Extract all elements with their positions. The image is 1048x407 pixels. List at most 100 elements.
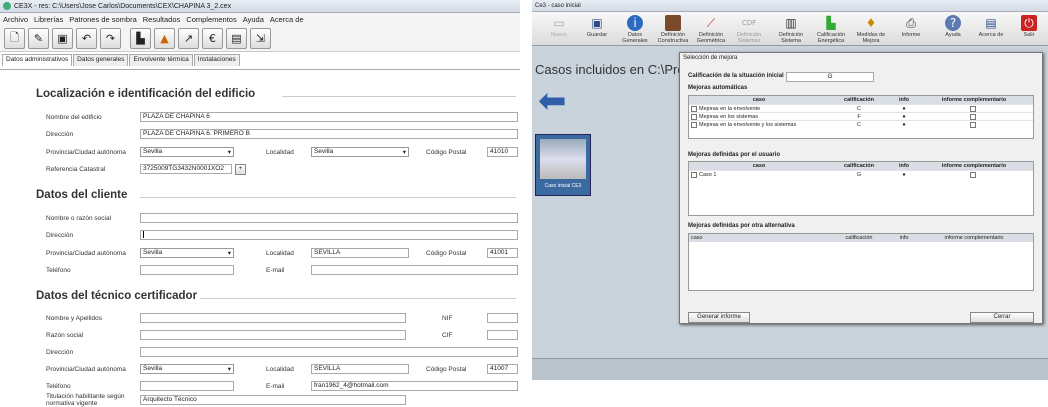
case-thumbnail[interactable]: Caso inicial CE3 (535, 134, 591, 196)
wall-icon (665, 15, 681, 31)
client-locality-input[interactable]: SEVILLA (311, 248, 409, 258)
checkbox[interactable] (691, 113, 697, 120)
checkbox[interactable] (691, 171, 697, 178)
table-row[interactable]: Mejoras en la envolvente y los sistemas C… (689, 120, 1033, 128)
export-icon[interactable]: ⇲ (250, 28, 271, 49)
technician-company-input[interactable] (140, 330, 406, 340)
measures-icon: ♦ (865, 16, 877, 30)
tab-instalaciones[interactable]: Instalaciones (193, 54, 240, 66)
title-bar: Ce3 - caso inicial (532, 0, 1048, 12)
info-icon[interactable]: ● (889, 171, 919, 178)
table-row[interactable]: Mejoras en la envolvente C ● (689, 104, 1033, 112)
client-address-input[interactable] (140, 230, 518, 240)
nif-input[interactable] (487, 313, 518, 323)
label-provincia-tecnico: Provincia/Ciudad autónoma (46, 366, 126, 373)
checkbox[interactable] (691, 105, 697, 112)
toolbar-def-constructiva[interactable]: Definición Constructiva (654, 14, 692, 44)
table-header: caso calificación info informe complementar… (689, 234, 1033, 242)
table-row[interactable]: Caso 1 G ● (689, 170, 1033, 178)
client-email-input[interactable] (311, 265, 518, 275)
client-name-input[interactable] (140, 213, 518, 223)
edit-icon[interactable]: ✎ (28, 28, 49, 49)
label-telefono-cliente: Teléfono (46, 267, 71, 274)
info-icon: i (627, 15, 643, 31)
ce3-toolbar: ▭ Nuevo ▣ Guardar i Datos Generales Definic… (532, 12, 1048, 46)
toolbar-guardar[interactable]: ▣ Guardar (578, 14, 616, 44)
redo-icon[interactable]: ↷ (100, 28, 121, 49)
menu-acerca[interactable]: Acerca de (270, 15, 304, 24)
divider (282, 96, 516, 97)
section-title-tecnico: Datos del técnico certificador (36, 290, 198, 302)
client-postal-code-input[interactable]: 41001 (487, 248, 518, 258)
locality-select[interactable]: Sevilla (311, 147, 409, 157)
toolbar-def-sistemas[interactable]: CDF Definición Sistemas (730, 14, 768, 44)
undo-icon[interactable]: ↶ (76, 28, 97, 49)
toolbar-acerca[interactable]: ▤ Acerca de (972, 14, 1010, 44)
toolbar-nuevo[interactable]: ▭ Nuevo (540, 14, 578, 44)
add-ref-button[interactable]: + (235, 164, 246, 175)
address-input[interactable]: PLAZA DE CHAPINA 6. PRIMERO B (140, 129, 518, 139)
checkbox[interactable] (970, 113, 976, 120)
euro-icon[interactable]: € (202, 28, 223, 49)
close-button[interactable]: Cerrar (970, 312, 1034, 323)
postal-code-input[interactable]: 41010 (487, 147, 518, 157)
report-icon[interactable]: ▤ (226, 28, 247, 49)
checkbox[interactable] (691, 121, 697, 128)
technician-province-select[interactable]: Sevilla (140, 364, 234, 374)
label-razon-social-tecnico: Razón social (46, 332, 84, 339)
technician-phone-input[interactable] (140, 381, 234, 391)
back-arrow-icon[interactable]: ⬅ (538, 84, 588, 118)
menu-librerias[interactable]: Librerías (34, 15, 63, 24)
checkbox[interactable] (970, 105, 976, 112)
toolbar-datos-generales[interactable]: i Datos Generales (616, 14, 654, 44)
toolbar-salir[interactable]: ⏻ Salir (1010, 14, 1048, 44)
checkbox[interactable] (970, 171, 976, 178)
label-referencia-catastral: Referencia Catastral (46, 166, 106, 173)
table-row[interactable]: Mejoras en los sistemas F ● (689, 112, 1033, 120)
improvements-icon[interactable]: ↗ (178, 28, 199, 49)
qualification-input[interactable]: Arquitecto Técnico (140, 395, 406, 405)
user-table: caso calificación info informe complementar… (688, 161, 1034, 216)
menu-resultados[interactable]: Resultados (143, 15, 181, 24)
menu-archivo[interactable]: Archivo (3, 15, 28, 24)
info-icon[interactable]: ● (889, 113, 919, 120)
toolbar-ayuda[interactable]: ? Ayuda (934, 14, 972, 44)
generate-report-button[interactable]: Generar informe (688, 312, 750, 323)
building-name-input[interactable]: PLAZA DE CHAPINA 6 (140, 112, 518, 122)
label-direccion-tecnico: Dirección (46, 349, 74, 356)
info-icon[interactable]: ● (889, 121, 919, 128)
client-phone-input[interactable] (140, 265, 234, 275)
calc-icon[interactable]: ▙ (130, 28, 151, 49)
cif-input[interactable] (487, 330, 518, 340)
toolbar-informe[interactable]: ⎙ Informe (892, 14, 930, 44)
save-icon[interactable]: ▣ (52, 28, 73, 49)
tab-envolvente[interactable]: Envolvente térmica (129, 54, 193, 66)
toolbar-calificacion[interactable]: ▙ Calificación Energética (812, 14, 850, 44)
rating-icon: ▙ (826, 16, 836, 30)
toolbar-def-geometrica[interactable]: ⟋ Definición Geométrica (692, 14, 730, 44)
rating-icon[interactable]: ▲ (154, 28, 175, 49)
technician-postal-code-input[interactable]: 41007 (487, 364, 518, 374)
checkbox[interactable] (970, 121, 976, 128)
toolbar-def-sistema[interactable]: ▥ Definición Sistema (772, 14, 810, 44)
menu-complementos[interactable]: Complementos (186, 15, 236, 24)
label-provincia: Provincia/Ciudad autónoma (46, 149, 126, 156)
menu-patrones[interactable]: Patrones de sombra (69, 15, 137, 24)
menu-ayuda[interactable]: Ayuda (243, 15, 264, 24)
technician-email-input[interactable]: fran1962_4@hotmail.com (311, 381, 518, 391)
info-icon[interactable]: ● (889, 105, 919, 112)
client-province-select[interactable]: Sevilla (140, 248, 234, 258)
tab-datos-generales[interactable]: Datos generales (73, 54, 129, 66)
technician-address-input[interactable] (140, 347, 518, 357)
auto-table: caso calificación info informe complementar… (688, 95, 1034, 139)
tab-datos-administrativos[interactable]: Datos administrativos (2, 54, 73, 66)
cadastral-ref-input[interactable]: 3725009TG3432N0001XO2 (140, 164, 232, 174)
help-icon: ? (945, 15, 961, 31)
technician-name-input[interactable] (140, 313, 406, 323)
title-bar: CE3X - res: C:\Users\Jose Carlos\Documen… (0, 0, 520, 13)
technician-locality-input[interactable]: SEVILLA (311, 364, 409, 374)
table-header: caso calificación info informe complementar… (689, 162, 1033, 170)
new-file-icon[interactable]: 🗋 (4, 28, 25, 49)
province-select[interactable]: Sevilla (140, 147, 234, 157)
toolbar-medidas[interactable]: ♦ Medidas de Mejora (852, 14, 890, 44)
